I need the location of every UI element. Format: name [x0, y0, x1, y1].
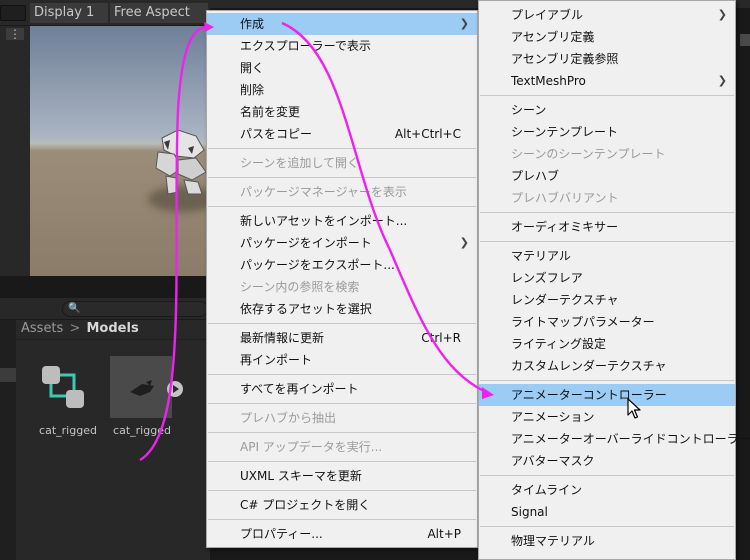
menu-separator — [480, 212, 734, 213]
submenu-item-prefab-variant: プレハブバリアント — [511, 191, 619, 205]
shortcut-label: Ctrl+R — [421, 331, 461, 345]
menu-separator — [480, 526, 734, 527]
panel-side-icon — [740, 34, 750, 46]
menu-item-copy-path[interactable]: パスをコピー Alt+Ctrl+C — [207, 123, 477, 145]
menu-item-open[interactable]: 開く — [207, 57, 477, 79]
breadcrumb-models[interactable]: Models — [87, 321, 139, 336]
menu-item-extract-from-prefab: プレハブから抽出 — [240, 411, 337, 425]
menu-separator — [208, 374, 476, 375]
menu-separator — [208, 461, 476, 462]
menu-item-reimport[interactable]: 再インポート — [207, 349, 477, 371]
game-view-render — [30, 26, 210, 276]
menu-item-delete[interactable]: 削除 — [207, 79, 477, 101]
asset-tile-controller[interactable]: cat_rigged — [36, 346, 102, 446]
shortcut-label: Alt+P — [427, 527, 461, 541]
submenu-item-animator-controller[interactable]: アニメーターコントローラー — [479, 384, 735, 406]
menu-separator — [480, 241, 734, 242]
menu-separator — [480, 380, 734, 381]
menu-item-import-package[interactable]: パッケージをインポート ❯ — [207, 232, 477, 254]
submenu-item-scene[interactable]: シーン — [479, 99, 735, 121]
game-view-toolbar: Display 1 Free Aspect — [0, 0, 210, 26]
submenu-item-physic-material[interactable]: 物理マテリアル — [479, 530, 735, 552]
breadcrumb-assets[interactable]: Assets — [21, 321, 63, 336]
mouse-pointer-icon — [627, 398, 641, 419]
menu-separator — [208, 432, 476, 433]
submenu-item-animation[interactable]: アニメーション — [479, 406, 735, 428]
submenu-item-lighting-settings[interactable]: ライティング設定 — [479, 333, 735, 355]
breadcrumb: Assets > Models — [16, 320, 210, 340]
submenu-item-material[interactable]: マテリアル — [479, 245, 735, 267]
project-folder-tree[interactable] — [0, 320, 16, 560]
shortcut-label: Alt+Ctrl+C — [394, 127, 461, 141]
display-dropdown[interactable]: Display 1 — [30, 3, 108, 23]
folder-tree-selected-item[interactable] — [0, 368, 16, 382]
submenu-item-assembly-definition[interactable]: アセンブリ定義 — [479, 26, 735, 48]
create-submenu: プレイアブル ❯ アセンブリ定義 アセンブリ定義参照 TextMeshPro ❯ シ… — [478, 0, 750, 560]
submenu-arrow-icon: ❯ — [717, 8, 727, 21]
menu-item-view-package-manager: パッケージマネージャーを表示 — [240, 185, 407, 199]
menu-item-show-in-explorer[interactable]: エクスプローラーで表示 — [207, 35, 477, 57]
submenu-item-signal[interactable]: Signal — [479, 501, 735, 523]
menu-item-refresh[interactable]: 最新情報に更新 Ctrl+R — [207, 327, 477, 349]
assets-grid: cat_rigged cat_rigged — [16, 340, 210, 560]
submenu-arrow-icon: ❯ — [459, 236, 469, 249]
menu-separator — [208, 519, 476, 520]
submenu-item-audio-mixer[interactable]: オーディオミキサー — [479, 216, 735, 238]
menu-item-export-package[interactable]: パッケージをエクスポート... — [207, 254, 477, 276]
menu-separator — [480, 475, 734, 476]
breadcrumb-separator: > — [69, 321, 81, 336]
expand-play-icon[interactable] — [167, 381, 183, 397]
kebab-menu-icon[interactable]: ⋮ — [6, 28, 24, 40]
submenu-item-custom-render-texture[interactable]: カスタムレンダーテクスチャ — [479, 355, 735, 377]
menu-item-open-csharp-project[interactable]: C# プロジェクトを開く — [207, 494, 477, 516]
panel-divider — [0, 276, 210, 298]
submenu-item-animator-override-controller[interactable]: アニメーターオーバーライドコントローラー — [479, 428, 750, 450]
menu-item-properties[interactable]: プロパティー... Alt+P — [207, 523, 477, 545]
search-icon: 🔍 — [68, 303, 81, 314]
menu-item-reimport-all[interactable]: すべてを再インポート — [207, 378, 477, 400]
menu-item-run-api-updater: API アップデータを実行... — [240, 440, 383, 454]
cat-model-render — [155, 129, 207, 195]
asset-label: cat_rigged — [113, 424, 171, 437]
menu-item-create[interactable]: 作成 ❯ — [207, 13, 477, 35]
project-toolbar: 🔍 — [0, 298, 210, 320]
menu-separator — [480, 95, 734, 96]
menu-separator — [208, 148, 476, 149]
search-input[interactable]: 🔍 — [62, 301, 208, 317]
context-menu: 作成 ❯ エクスプローラーで表示 開く 削除 名前を変更 パスをコピー Alt+Ct… — [206, 10, 478, 548]
submenu-item-avatar-mask[interactable]: アバターマスク — [479, 450, 735, 472]
asset-tile-model[interactable]: cat_rigged — [110, 346, 183, 446]
submenu-item-render-texture[interactable]: レンダーテクスチャ — [479, 289, 735, 311]
menu-separator — [208, 323, 476, 324]
asset-label: cat_rigged — [39, 424, 97, 437]
menu-item-open-scene-additive: シーンを追加して開く — [240, 156, 360, 170]
submenu-item-prefab[interactable]: プレハブ — [479, 165, 735, 187]
submenu-item-scene-template[interactable]: シーンテンプレート — [479, 121, 735, 143]
menu-item-find-references: シーン内の参照を検索 — [240, 280, 360, 294]
menu-separator — [208, 403, 476, 404]
menu-item-update-uxml-schema[interactable]: UXML スキーマを更新 — [207, 465, 477, 487]
menu-item-import-new-asset[interactable]: 新しいアセットをインポート... — [207, 210, 477, 232]
aspect-dropdown[interactable]: Free Aspect — [110, 3, 208, 23]
submenu-item-assembly-definition-reference[interactable]: アセンブリ定義参照 — [479, 48, 735, 70]
menu-separator — [208, 206, 476, 207]
menu-separator — [208, 177, 476, 178]
menu-separator — [208, 490, 476, 491]
submenu-item-scene-template-from-scene: シーンのシーンテンプレート — [511, 147, 666, 161]
submenu-item-lens-flare[interactable]: レンズフレア — [479, 267, 735, 289]
submenu-item-lightmap-parameters[interactable]: ライトマップパラメーター — [479, 311, 735, 333]
game-view-tab-handle[interactable] — [0, 5, 26, 21]
submenu-item-textmeshpro[interactable]: TextMeshPro ❯ — [479, 70, 735, 92]
submenu-arrow-icon: ❯ — [459, 17, 469, 30]
menu-item-select-dependencies[interactable]: 依存するアセットを選択 — [207, 298, 477, 320]
submenu-item-playables[interactable]: プレイアブル ❯ — [479, 4, 735, 26]
game-view-side-strip: ⋮ — [0, 26, 30, 276]
model-thumbnail-icon — [110, 356, 172, 418]
submenu-item-timeline[interactable]: タイムライン — [479, 479, 735, 501]
animator-controller-icon — [42, 366, 84, 408]
submenu-arrow-icon: ❯ — [717, 74, 727, 87]
menu-item-rename[interactable]: 名前を変更 — [207, 101, 477, 123]
